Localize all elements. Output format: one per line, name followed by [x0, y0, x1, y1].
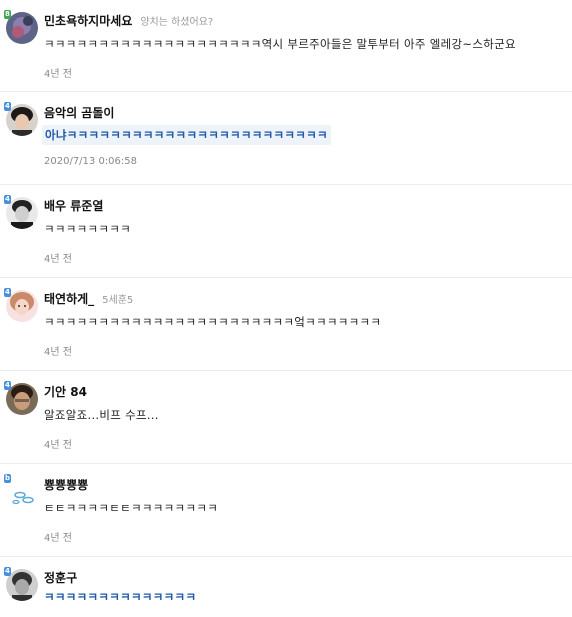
- comment-item: 4 태연하게_ 5세훈5 ㅋㅋㅋㅋㅋㅋㅋㅋㅋㅋㅋㅋㅋㅋㅋㅋㅋㅋㅋㅋㅋㅋㅋ엌ㅋㅋㅋㅋ…: [0, 278, 572, 371]
- avatar[interactable]: 4: [4, 288, 38, 322]
- level-badge: 4: [4, 195, 11, 204]
- comment-item: 4 음악의 곰돌이 아냐ㅋㅋㅋㅋㅋㅋㅋㅋㅋㅋㅋㅋㅋㅋㅋㅋㅋㅋㅋㅋㅋㅋㅋㅋ 202…: [0, 92, 572, 185]
- comment-text: ㅋㅋㅋㅋㅋㅋㅋㅋ: [44, 222, 132, 236]
- comment-text: 알죠알죠...비프 수프...: [44, 408, 159, 422]
- comment-text: ㅋㅋㅋㅋㅋㅋㅋㅋㅋㅋㅋㅋㅋㅋ: [44, 590, 197, 604]
- avatar[interactable]: 4: [4, 195, 38, 229]
- avatar[interactable]: 4: [4, 381, 38, 415]
- comment-item: 4 정훈구 ㅋㅋㅋㅋㅋㅋㅋㅋㅋㅋㅋㅋㅋㅋ: [0, 557, 572, 617]
- comment-item: 4 기안 84 알죠알죠...비프 수프... 4년 전: [0, 371, 572, 464]
- comment-author[interactable]: 민초욕하지마세요 양치는 하셨어요?: [44, 12, 213, 29]
- comment-text: ㅋㅋㅋㅋㅋㅋㅋㅋㅋㅋㅋㅋㅋㅋㅋㅋㅋㅋㅋㅋ역시 부르주아들은 말투부터 아주 엘레…: [44, 37, 516, 51]
- comment-author[interactable]: 배우 류준열: [44, 197, 103, 214]
- comment-item: 8 민초욕하지마세요 양치는 하셨어요? ㅋㅋㅋㅋㅋㅋㅋㅋㅋㅋㅋㅋㅋㅋㅋㅋㅋㅋㅋㅋ…: [0, 0, 572, 92]
- level-badge: 4: [4, 102, 11, 111]
- level-badge: 4: [4, 567, 11, 576]
- author-subtitle: 양치는 하셨어요?: [140, 17, 214, 28]
- comment-time: 4년 전: [44, 69, 72, 80]
- level-badge: 4: [4, 288, 11, 297]
- comment-item: b 뿅뿅뿅뿅 ㅌㅌㅋㅋㅋㅋㅌㅌㅋㅋㅋㅋㅋㅋㅋㅋ 4년 전: [0, 464, 572, 557]
- comment-author[interactable]: 음악의 곰돌이: [44, 104, 114, 121]
- comment-text: ㅋㅋㅋㅋㅋㅋㅋㅋㅋㅋㅋㅋㅋㅋㅋㅋㅋㅋㅋㅋㅋㅋㅋ엌ㅋㅋㅋㅋㅋㅋㅋ: [44, 315, 382, 329]
- comment-time: 2020/7/13 0:06:58: [44, 156, 138, 167]
- comment-time: 4년 전: [44, 347, 72, 358]
- comment-author[interactable]: 태연하게_ 5세훈5: [44, 290, 133, 307]
- avatar[interactable]: 8: [4, 10, 38, 44]
- level-badge: 4: [4, 381, 11, 390]
- comment-item: 4 배우 류준열 ㅋㅋㅋㅋㅋㅋㅋㅋ 4년 전: [0, 185, 572, 278]
- comment-author[interactable]: 기안 84: [44, 383, 87, 400]
- comment-list: 8 민초욕하지마세요 양치는 하셨어요? ㅋㅋㅋㅋㅋㅋㅋㅋㅋㅋㅋㅋㅋㅋㅋㅋㅋㅋㅋㅋ…: [0, 0, 572, 617]
- avatar[interactable]: b: [4, 474, 38, 508]
- comment-text: ㅌㅌㅋㅋㅋㅋㅌㅌㅋㅋㅋㅋㅋㅋㅋㅋ: [44, 501, 219, 515]
- comment-time: 4년 전: [44, 440, 72, 451]
- comment-author[interactable]: 뿅뿅뿅뿅: [44, 476, 88, 493]
- comment-time: 4년 전: [44, 533, 72, 544]
- avatar[interactable]: 4: [4, 102, 38, 136]
- comment-time: 4년 전: [44, 254, 72, 265]
- comment-author[interactable]: 정훈구: [44, 569, 77, 586]
- comment-text: 아냐ㅋㅋㅋㅋㅋㅋㅋㅋㅋㅋㅋㅋㅋㅋㅋㅋㅋㅋㅋㅋㅋㅋㅋㅋ: [42, 125, 331, 145]
- level-badge: 8: [4, 10, 11, 19]
- author-subtitle: 5세훈5: [102, 295, 134, 306]
- level-badge: b: [4, 474, 12, 483]
- avatar[interactable]: 4: [4, 567, 38, 601]
